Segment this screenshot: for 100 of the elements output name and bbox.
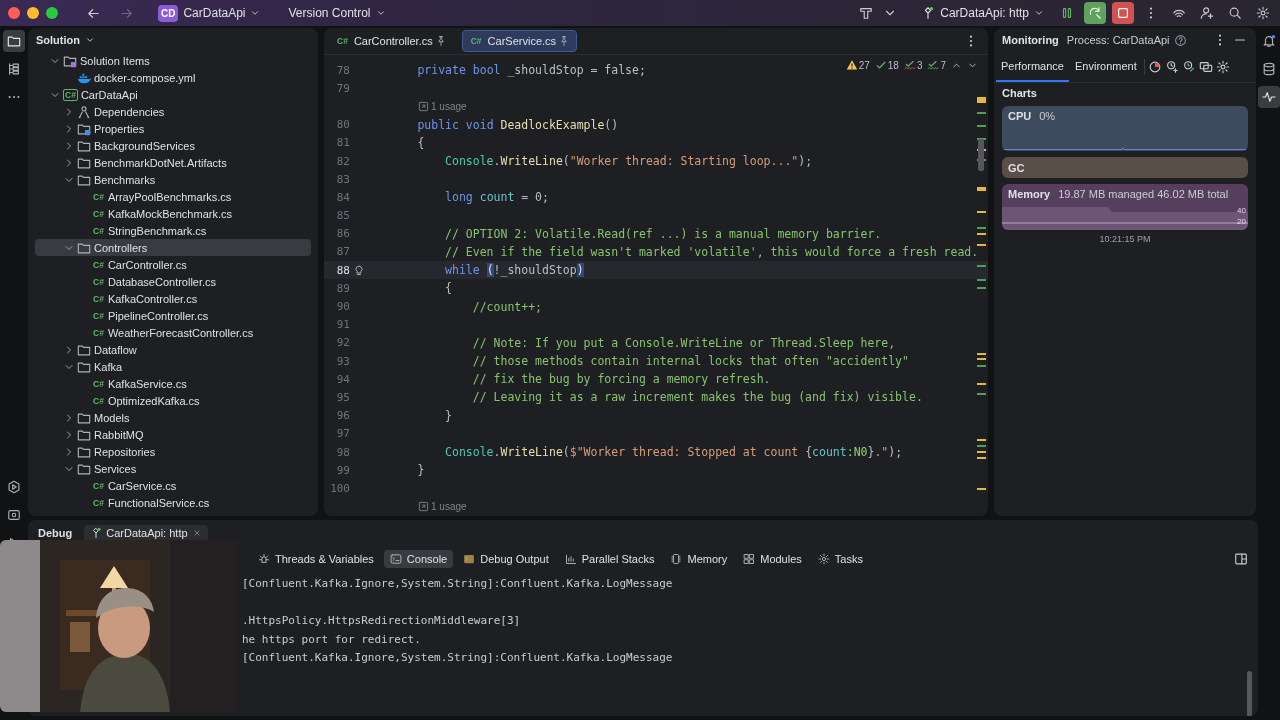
tree-item[interactable]: Properties <box>35 120 311 137</box>
tree-item[interactable]: Benchmarks <box>35 171 311 188</box>
csharp-file-icon: C# <box>93 480 104 491</box>
panel-title: Debug <box>38 526 73 539</box>
chart-title: CPU <box>1008 110 1032 122</box>
editor-tab[interactable]: C# CarService.cs <box>461 30 578 52</box>
debug-tab[interactable]: Modules <box>737 550 808 568</box>
code-line: // Note: If you put a Console.WriteLine or Thread.Sleep here, <box>471 335 896 350</box>
usage-hint[interactable]: 1 usage <box>418 100 467 112</box>
tree-item[interactable]: Dataflow <box>35 341 311 358</box>
code-line: while (!_shouldStop) <box>444 263 584 278</box>
code-line: } <box>416 463 425 478</box>
inspection-counter[interactable]: 18 <box>874 59 899 71</box>
code-line: // Leaving it as a raw increment makes the bug (and fix) visible. <box>471 390 923 405</box>
tree-item[interactable]: Kafka <box>35 358 311 375</box>
tree-item[interactable]: C# FunctionalService.cs <box>35 494 311 511</box>
panel-tab[interactable]: Environment <box>1070 52 1142 82</box>
line-number: 79 <box>335 81 350 95</box>
tree-item[interactable]: C# KafkaService.cs <box>35 375 311 392</box>
line-number: 92 <box>335 336 350 350</box>
csharp-file-icon: C# <box>93 276 104 287</box>
tree-item[interactable]: C# KafkaController.cs <box>35 290 311 307</box>
inspection-counter[interactable]: 27 <box>845 59 870 71</box>
debug-tab[interactable]: Memory <box>664 550 734 568</box>
code-line: // Even if the field wasn't marked 'volatile', this would force a fresh read. <box>444 244 979 259</box>
tree-item[interactable]: Controllers <box>35 239 311 256</box>
section-title: Charts <box>1002 87 1038 99</box>
code-line: long count = 0; <box>444 190 549 205</box>
console-line: .HttpsPolicy.HttpsRedirectionMiddleware[3] <box>242 613 522 629</box>
line-number: 89 <box>335 281 350 295</box>
inspection-counter[interactable]: 7 <box>927 59 946 71</box>
line-number: 95 <box>335 390 350 404</box>
tree-item[interactable]: Repositories <box>35 443 311 460</box>
tree-item[interactable]: C# ArrayPoolBenchmarks.cs <box>35 188 311 205</box>
csharp-file-icon: C# <box>93 208 104 219</box>
panel-title: Monitoring <box>1002 34 1059 46</box>
chart-title: Memory <box>1008 188 1051 200</box>
tree-item[interactable]: C# CarDataApi <box>35 86 311 103</box>
process-label: Process: CarDataApi <box>1066 34 1170 46</box>
csharp-file-icon: C# <box>63 88 78 101</box>
tree-item[interactable]: Solution Items <box>35 52 311 69</box>
session-tab[interactable]: CarDataApi: http <box>84 524 208 541</box>
tree-item[interactable]: Services <box>35 460 311 477</box>
line-number: 96 <box>335 409 350 423</box>
project-badge: CD <box>158 4 179 22</box>
chart-title: GC <box>1008 162 1025 174</box>
tree-item[interactable]: C# OptimizedKafka.cs <box>35 392 311 409</box>
tree-item[interactable]: C# PipelineController.cs <box>35 307 311 324</box>
chart-value: 0% <box>1039 110 1056 122</box>
code-line: { <box>444 281 452 296</box>
line-number: 97 <box>335 427 350 441</box>
csharp-file-icon: C# <box>93 191 104 202</box>
csharp-file-icon: C# <box>337 36 348 46</box>
solution-title: Solution <box>36 34 80 46</box>
debug-tab[interactable]: Tasks <box>811 550 869 568</box>
line-number: 93 <box>335 354 350 368</box>
line-number: 90 <box>335 300 350 314</box>
tree-item[interactable]: docker-compose.yml <box>35 69 311 86</box>
csharp-file-icon: C# <box>93 395 104 406</box>
tree-item[interactable]: C# KafkaMockBenchmark.cs <box>35 205 311 222</box>
code-line: } <box>444 408 452 423</box>
line-number: 100 <box>329 481 350 495</box>
solution-dropdown[interactable]: Solution <box>36 34 95 46</box>
tree-item[interactable]: C# WeatherForecastController.cs <box>35 324 311 341</box>
panel-tab[interactable]: Performance <box>996 52 1069 82</box>
code-line: public void DeadlockExample() <box>416 117 619 132</box>
tree-item[interactable]: Dependencies <box>35 103 311 120</box>
line-number: 94 <box>335 372 350 386</box>
line-number: 81 <box>335 136 350 150</box>
inspection-counter[interactable]: 3 <box>903 59 923 71</box>
usage-hint[interactable]: 1 usage <box>418 501 467 513</box>
debug-tab[interactable]: Debug Output <box>457 550 555 568</box>
debug-tab[interactable]: Console <box>383 550 454 568</box>
csharp-file-icon: C# <box>93 378 104 389</box>
console-line: [Confluent.Kafka.Ignore,System.String]:Confluent.Kafka.LogMessage <box>242 576 674 592</box>
editor-tab[interactable]: C# CarController.cs <box>328 30 454 52</box>
code-line: Console.WriteLine("Worker thread: Starting loop..."); <box>444 154 813 169</box>
tree-item[interactable]: C# CarService.cs <box>35 477 311 494</box>
tree-item[interactable]: BackgroundServices <box>35 137 311 154</box>
tree-item[interactable]: C# StringBenchmark.cs <box>35 222 311 239</box>
debug-tab[interactable]: Threads & Variables <box>252 550 380 568</box>
chart-value: 19.87 MB managed 46.02 MB total <box>1058 188 1229 200</box>
tree-item[interactable]: RabbitMQ <box>35 426 311 443</box>
project-selector[interactable]: CD CarDataApi <box>152 2 267 24</box>
tree-item[interactable]: C# CarController.cs <box>35 256 311 273</box>
line-number: 80 <box>335 118 350 132</box>
tree-item[interactable]: BenchmarkDotNet.Artifacts <box>35 154 311 171</box>
project-name: CarDataApi <box>183 6 246 20</box>
line-number: 78 <box>335 63 350 77</box>
vcs-menu[interactable]: Version Control <box>282 4 392 22</box>
tree-item[interactable]: Models <box>35 409 311 426</box>
line-number: 82 <box>335 154 350 168</box>
line-number: 86 <box>335 227 350 241</box>
console-line: [Confluent.Kafka.Ignore,System.String]:Confluent.Kafka.LogMessage <box>242 650 674 666</box>
line-number: 85 <box>335 209 350 223</box>
tree-item[interactable]: C# DatabaseController.cs <box>35 273 311 290</box>
run-configuration[interactable]: CarDataApi: http <box>915 4 1050 22</box>
csharp-file-icon: C# <box>470 36 482 46</box>
line-number: 99 <box>335 463 350 477</box>
debug-tab[interactable]: Parallel Stacks <box>558 550 661 568</box>
